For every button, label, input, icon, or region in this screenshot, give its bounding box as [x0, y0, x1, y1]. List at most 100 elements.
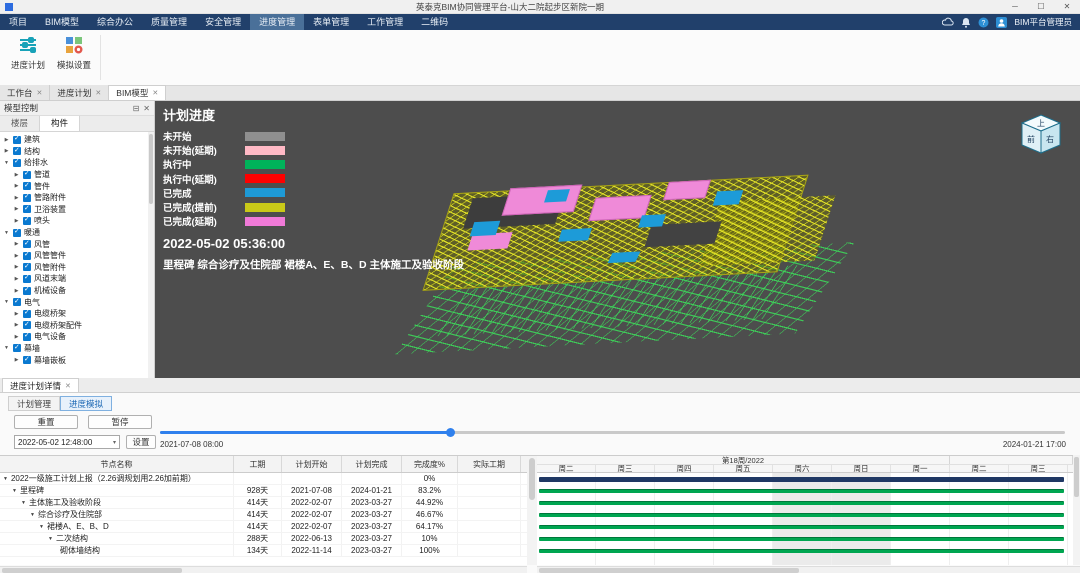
table-vertical-scrollbar[interactable]	[527, 455, 537, 565]
gantt-vscroll-thumb[interactable]	[1074, 457, 1079, 497]
menu-tab[interactable]: 进度管理	[250, 14, 304, 30]
tree-item[interactable]: ▶ 管道	[0, 169, 148, 181]
minimize-button[interactable]: ─	[1002, 0, 1028, 14]
checkbox[interactable]	[13, 147, 21, 155]
bim-3d-model[interactable]	[410, 144, 850, 372]
tree-item[interactable]: ▶ 管路附件	[0, 192, 148, 204]
checkbox[interactable]	[23, 240, 31, 248]
table-row[interactable]: ▼ 里程碑 928天 2021-07-08 2024-01-21 83.2%	[0, 485, 527, 497]
row-expand-icon[interactable]: ▼	[39, 524, 44, 530]
expand-arrow-icon[interactable]: ▶	[13, 183, 20, 189]
bell-icon[interactable]	[961, 17, 971, 28]
help-icon[interactable]: ?	[978, 17, 989, 28]
checkbox[interactable]	[23, 252, 31, 260]
tree-item[interactable]: ▶ 幕墙嵌板	[0, 354, 148, 366]
navigation-cube[interactable]: 上 前 右	[1014, 109, 1068, 165]
table-row[interactable]: ▼ 裙楼A、E、B、D 414天 2022-02-07 2023-03-27 6…	[0, 521, 527, 533]
panel-tab[interactable]: 楼层	[0, 116, 40, 131]
document-tab[interactable]: BIM模型 ✕	[109, 85, 166, 100]
expand-arrow-icon[interactable]: ▶	[13, 253, 20, 259]
table-row[interactable]: ▼ 主体施工及验收阶段 414天 2022-02-07 2023-03-27 4…	[0, 497, 527, 509]
row-expand-icon[interactable]: ▼	[48, 536, 53, 542]
tree-item[interactable]: ▶ 电缆桥架	[0, 308, 148, 320]
subtab[interactable]: 进度模拟	[60, 396, 112, 411]
column-plan-start[interactable]: 计划开始	[282, 456, 342, 472]
close-icon[interactable]: ✕	[37, 89, 43, 97]
menu-tab[interactable]: 表单管理	[304, 14, 358, 30]
tree-item[interactable]: ▶ 风管管件	[0, 250, 148, 262]
tree-item[interactable]: ▶ 风管附件	[0, 262, 148, 274]
progress-plan-tool-button[interactable]: 进度计划	[6, 35, 50, 71]
expand-arrow-icon[interactable]: ▶	[13, 264, 20, 270]
expand-arrow-icon[interactable]: ▼	[3, 299, 10, 305]
close-icon[interactable]: ✕	[152, 89, 158, 97]
close-icon[interactable]: ✕	[65, 382, 71, 390]
checkbox[interactable]	[23, 321, 31, 329]
subtab[interactable]: 计划管理	[8, 396, 60, 411]
gantt-bar[interactable]	[539, 513, 1064, 517]
column-duration[interactable]: 工期	[234, 456, 282, 472]
checkbox[interactable]	[13, 344, 21, 352]
checkbox[interactable]	[23, 182, 31, 190]
checkbox[interactable]	[13, 229, 21, 237]
tree-item[interactable]: ▶ 喷头	[0, 215, 148, 227]
tree-item[interactable]: ▶ 电缆桥架配件	[0, 320, 148, 332]
checkbox[interactable]	[13, 298, 21, 306]
menu-tab[interactable]: 安全管理	[196, 14, 250, 30]
expand-arrow-icon[interactable]: ▶	[13, 172, 20, 178]
checkbox[interactable]	[23, 194, 31, 202]
expand-arrow-icon[interactable]: ▼	[3, 345, 10, 351]
tree-item[interactable]: ▶ 电气设备	[0, 331, 148, 343]
gantt-hscroll-thumb[interactable]	[539, 568, 799, 573]
checkbox[interactable]	[13, 136, 21, 144]
tree-item[interactable]: ▶ 建筑	[0, 134, 148, 146]
timeline-slider[interactable]	[160, 431, 1065, 434]
tree-scrollbar-thumb[interactable]	[149, 134, 153, 204]
column-complete-pct[interactable]: 完成度%	[402, 456, 458, 472]
table-row[interactable]: ▼ 二次结构 288天 2022-06-13 2023-03-27 10%	[0, 533, 527, 545]
reset-button[interactable]: 重置	[14, 415, 78, 429]
tree-item[interactable]: ▶ 卫浴装置	[0, 204, 148, 216]
expand-arrow-icon[interactable]: ▶	[3, 148, 10, 154]
checkbox[interactable]	[23, 333, 31, 341]
table-horizontal-scrollbar[interactable]	[0, 566, 527, 573]
expand-arrow-icon[interactable]: ▶	[13, 322, 20, 328]
gantt-bar[interactable]	[539, 489, 1064, 493]
tree-item[interactable]: ▶ 风道末端	[0, 273, 148, 285]
tree-item[interactable]: ▼ 幕墙	[0, 343, 148, 355]
row-expand-icon[interactable]: ▼	[3, 476, 8, 482]
expand-arrow-icon[interactable]: ▶	[13, 241, 20, 247]
gantt-bar[interactable]	[539, 525, 1064, 529]
column-plan-finish[interactable]: 计划完成	[342, 456, 402, 472]
expand-arrow-icon[interactable]: ▶	[13, 357, 20, 363]
document-tab[interactable]: 工作台 ✕	[0, 85, 50, 100]
document-tab[interactable]: 进度计划 ✕	[50, 85, 109, 100]
expand-arrow-icon[interactable]: ▶	[13, 195, 20, 201]
tree-item[interactable]: ▶ 结构	[0, 146, 148, 158]
maximize-button[interactable]: ☐	[1028, 0, 1054, 14]
expand-arrow-icon[interactable]: ▼	[3, 230, 10, 236]
model-viewport[interactable]: 计划进度 未开始 未开始(延期) 执行中 执行中(延期) 已完成 已完成(提前)…	[155, 101, 1080, 378]
checkbox[interactable]	[23, 287, 31, 295]
table-row[interactable]: ▼ 综合诊疗及住院部 414天 2022-02-07 2023-03-27 46…	[0, 509, 527, 521]
gantt-vertical-scrollbar[interactable]	[1073, 455, 1080, 565]
expand-arrow-icon[interactable]: ▶	[13, 276, 20, 282]
panel-tab[interactable]: 构件	[40, 116, 80, 131]
close-button[interactable]: ✕	[1054, 0, 1080, 14]
menu-tab[interactable]: BIM模型	[36, 14, 88, 30]
current-time-picker[interactable]: 2022-05-02 12:48:00 ▾	[14, 435, 120, 449]
expand-arrow-icon[interactable]: ▶	[13, 206, 20, 212]
settings-button[interactable]: 设置	[126, 435, 156, 449]
menu-tab[interactable]: 质量管理	[142, 14, 196, 30]
checkbox[interactable]	[23, 205, 31, 213]
row-expand-icon[interactable]: ▼	[21, 500, 26, 506]
menu-tab[interactable]: 综合办公	[88, 14, 142, 30]
simulation-settings-tool-button[interactable]: 模拟设置	[52, 35, 96, 71]
table-row[interactable]: 砌体墙结构 134天 2022-11-14 2023-03-27 100%	[0, 545, 527, 557]
column-node-name[interactable]: 节点名称	[0, 456, 234, 472]
table-vscroll-thumb[interactable]	[529, 458, 535, 500]
checkbox[interactable]	[23, 263, 31, 271]
close-panel-icon[interactable]: ✕	[143, 104, 150, 113]
row-expand-icon[interactable]: ▼	[30, 512, 35, 518]
expand-arrow-icon[interactable]: ▶	[3, 137, 10, 143]
